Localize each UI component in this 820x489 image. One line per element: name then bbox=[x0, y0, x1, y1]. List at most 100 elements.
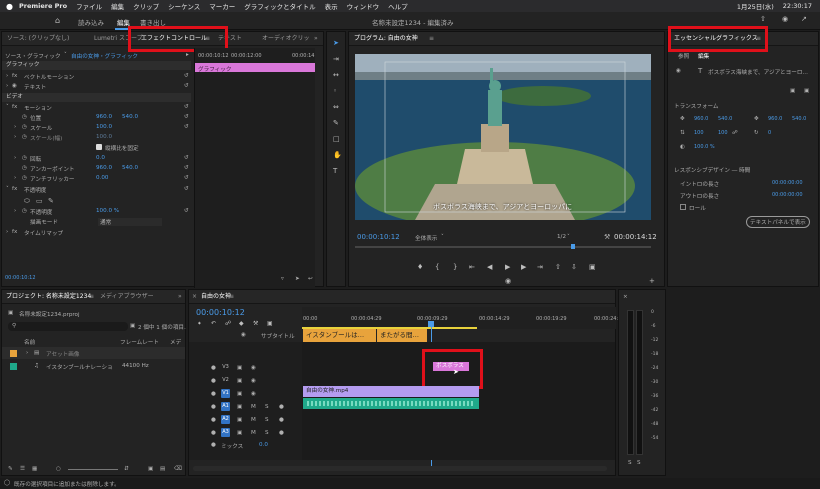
eg-scale2[interactable]: 100 bbox=[718, 130, 728, 136]
subtitle-clip-2[interactable]: またがる間… bbox=[377, 329, 427, 342]
expand-icon[interactable]: › bbox=[6, 73, 8, 79]
razor-icon[interactable]: ◦ bbox=[333, 88, 337, 95]
timeline-title[interactable]: 自由の女神 bbox=[201, 290, 231, 304]
quality-select[interactable]: 1/2 bbox=[557, 234, 566, 240]
lift-icon[interactable]: ⇧ bbox=[555, 264, 561, 271]
folder-new-icon[interactable]: ▤ bbox=[160, 466, 165, 472]
expand-icon[interactable]: › bbox=[14, 175, 16, 181]
sync-lock-icon[interactable]: ▣ bbox=[237, 378, 242, 384]
thumb-zoom-slider[interactable] bbox=[68, 469, 118, 470]
stopwatch-icon[interactable]: ◷ bbox=[22, 134, 27, 140]
lock-icon[interactable]: ● bbox=[211, 378, 216, 384]
chevron-down-icon[interactable]: ˅ bbox=[567, 234, 570, 240]
program-timecode[interactable]: 00:00:10:12 bbox=[357, 233, 400, 241]
stopwatch-icon[interactable]: ◷ bbox=[22, 208, 27, 214]
eg-intro-value[interactable]: 00:00:00:00 bbox=[772, 180, 803, 186]
ruler[interactable] bbox=[302, 307, 616, 329]
fullscreen-icon[interactable]: ↗ bbox=[801, 16, 807, 23]
eye-icon[interactable]: ◉ bbox=[251, 378, 256, 384]
expand-icon[interactable]: › bbox=[6, 229, 8, 235]
slip-icon[interactable]: ⇔ bbox=[333, 104, 339, 111]
opacity-value[interactable]: 100.0 % bbox=[96, 208, 119, 214]
chevron-right-icon[interactable]: › bbox=[26, 350, 28, 356]
track-v3[interactable]: V3 bbox=[221, 363, 230, 372]
label-color-swatch[interactable] bbox=[10, 363, 17, 370]
apple-icon[interactable]: ● bbox=[6, 2, 13, 11]
rotation-value[interactable]: 0.0 bbox=[96, 155, 105, 161]
chevron-down-icon[interactable]: ˅ bbox=[441, 234, 444, 240]
eye-icon[interactable]: ◉ bbox=[251, 365, 256, 371]
go-to-out-icon[interactable]: ⇥ bbox=[537, 264, 543, 271]
new-item-icon[interactable]: ▣ bbox=[148, 466, 153, 472]
track-select-icon[interactable]: ⇥ bbox=[333, 56, 339, 63]
zoom-select[interactable]: 全体表示 bbox=[415, 234, 437, 242]
menu-app[interactable]: Premiere Pro bbox=[19, 2, 67, 10]
solo-icon[interactable]: S bbox=[265, 417, 269, 423]
expand-icon[interactable]: › bbox=[14, 134, 16, 140]
rect-mask-icon[interactable]: ▭ bbox=[36, 197, 43, 205]
eg-pos-y[interactable]: 540.0 bbox=[718, 116, 732, 122]
eg-pos-x[interactable]: 960.0 bbox=[694, 116, 708, 122]
column-name[interactable]: 名前 bbox=[24, 338, 35, 346]
menu-sequence[interactable]: シーケンス bbox=[168, 1, 200, 11]
uniform-scale-checkbox[interactable] bbox=[96, 144, 102, 150]
track-a1[interactable]: A1 bbox=[221, 402, 230, 411]
caption-cc-icon[interactable]: ▣ bbox=[267, 321, 273, 327]
eg-scale[interactable]: 100 bbox=[694, 130, 704, 136]
column-media[interactable]: メデ bbox=[170, 338, 181, 346]
reset-icon[interactable]: ↺ bbox=[184, 175, 189, 181]
sync-lock-icon[interactable]: ▣ bbox=[237, 391, 242, 397]
eg-opacity[interactable]: 100.0 % bbox=[694, 144, 715, 150]
new-bin-icon[interactable]: ▣ bbox=[130, 323, 135, 329]
solo-left-button[interactable]: S bbox=[628, 460, 632, 466]
icon-view-icon[interactable]: ▦ bbox=[32, 466, 37, 472]
position-y-value[interactable]: 540.0 bbox=[122, 114, 138, 120]
sequence-line[interactable]: 自由の女神・グラフィック bbox=[71, 52, 138, 60]
lock-icon[interactable]: ● bbox=[211, 404, 216, 410]
delete-icon[interactable]: ⌫ bbox=[174, 466, 182, 472]
link-icon[interactable]: ☍ bbox=[732, 130, 738, 136]
flicker-value[interactable]: 0.00 bbox=[96, 175, 108, 181]
wrench-icon[interactable]: ⚒ bbox=[604, 233, 610, 241]
stopwatch-icon[interactable]: ◷ bbox=[22, 114, 27, 120]
mix-value[interactable]: 0.0 bbox=[259, 442, 268, 448]
reset-icon[interactable]: ↺ bbox=[184, 155, 189, 161]
column-framerate[interactable]: フレームレート bbox=[120, 338, 159, 346]
sync-lock-icon[interactable]: ▣ bbox=[237, 417, 242, 423]
track-a2[interactable]: A2 bbox=[221, 415, 230, 424]
reset-icon[interactable]: ↺ bbox=[184, 124, 189, 130]
sync-lock-icon[interactable]: ▣ bbox=[237, 430, 242, 436]
mic-icon[interactable]: ● bbox=[279, 417, 284, 423]
lock-icon[interactable]: ● bbox=[211, 430, 216, 436]
type-tool-icon[interactable]: T bbox=[333, 168, 337, 175]
sync-lock-icon[interactable]: ▣ bbox=[237, 365, 242, 371]
filter-icon[interactable]: ▿ bbox=[281, 276, 284, 282]
ellipse-mask-icon[interactable]: ⬭ bbox=[24, 197, 30, 206]
eye-icon[interactable]: ◉ bbox=[676, 68, 681, 74]
home-icon[interactable]: ⌂ bbox=[55, 17, 60, 25]
roll-checkbox[interactable] bbox=[680, 204, 686, 210]
hand-icon[interactable]: ✋ bbox=[333, 152, 342, 159]
pencil-icon[interactable]: ✎ bbox=[8, 466, 13, 472]
panel-menu-icon[interactable]: ≡ bbox=[429, 32, 434, 46]
go-to-in-icon[interactable]: ⇤ bbox=[469, 264, 475, 271]
eg-tab-browse[interactable]: 参照 bbox=[678, 52, 689, 60]
stopwatch-icon[interactable]: ◷ bbox=[22, 165, 27, 171]
lock-icon[interactable]: ● bbox=[211, 391, 216, 397]
track-v2[interactable]: V2 bbox=[221, 376, 230, 385]
horizontal-scrollbar[interactable] bbox=[193, 466, 607, 471]
text-panel-button[interactable]: テキストパネルで表示 bbox=[746, 216, 810, 228]
menu-help[interactable]: ヘルプ bbox=[388, 1, 408, 11]
list-view-icon[interactable]: ☰ bbox=[20, 466, 25, 472]
reset-icon[interactable]: ↺ bbox=[184, 165, 189, 171]
sync-lock-icon[interactable]: ▣ bbox=[237, 404, 242, 410]
blend-mode-select[interactable]: 通常 bbox=[98, 218, 162, 226]
expand-icon[interactable]: › bbox=[14, 155, 16, 161]
eg-rotation[interactable]: 0 bbox=[768, 130, 771, 136]
export-icon[interactable]: ↩ bbox=[308, 276, 313, 282]
menu-clip[interactable]: クリップ bbox=[133, 1, 159, 11]
delete-layer-icon[interactable]: ▣ bbox=[804, 88, 809, 94]
tab-project[interactable]: プロジェクト: 名称未設定1234 bbox=[6, 290, 91, 304]
sort-icon[interactable]: ⇵ bbox=[124, 466, 129, 472]
chevron-down-icon[interactable]: ˅ bbox=[64, 52, 67, 58]
